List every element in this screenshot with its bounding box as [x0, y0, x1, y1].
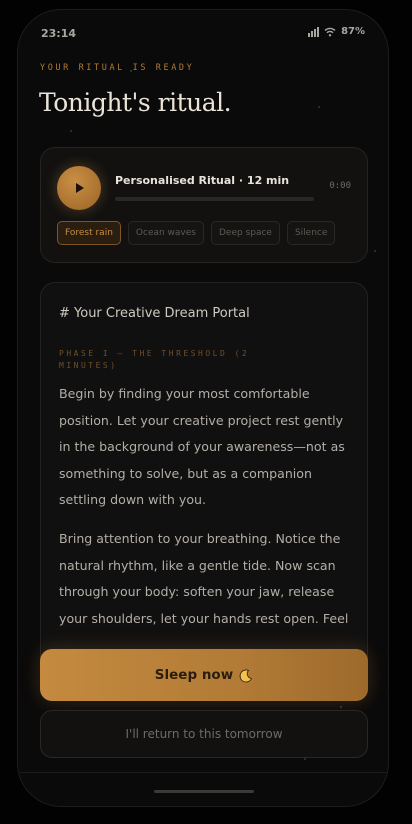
playback-progress-bar[interactable] [115, 197, 314, 201]
soundscape-chip-forest-rain[interactable]: Forest rain [57, 221, 121, 245]
status-indicators: 87% [308, 26, 365, 37]
wifi-icon [324, 27, 336, 37]
star-decoration [70, 130, 72, 132]
status-bar: 23:14 87% [18, 10, 388, 56]
script-paragraph: Begin by finding your most comfortable p… [59, 386, 345, 507]
soundscape-chip-silence[interactable]: Silence [286, 221, 336, 245]
script-paragraph: Bring attention to your breathing. Notic… [59, 531, 349, 626]
sleep-now-button[interactable]: Sleep now [40, 649, 368, 701]
track-title: Personalised Ritual · 12 min [115, 174, 290, 187]
play-icon [76, 183, 84, 193]
star-decoration [340, 706, 342, 708]
status-time: 23:14 [41, 27, 77, 40]
script-heading: # Your Creative Dream Portal [59, 306, 250, 321]
soundscape-chip-deep-space[interactable]: Deep space [210, 221, 280, 245]
soundscape-chip-ocean-waves[interactable]: Ocean waves [127, 221, 204, 245]
bottom-divider [18, 772, 388, 773]
star-decoration [318, 106, 320, 108]
return-tomorrow-button[interactable]: I'll return to this tomorrow [40, 710, 368, 758]
play-button[interactable] [57, 166, 101, 210]
return-tomorrow-label: I'll return to this tomorrow [125, 727, 283, 741]
ritual-ready-kicker: YOUR RITUAL IS READY [40, 63, 195, 73]
crescent-moon-icon [239, 668, 253, 683]
audio-player-card: Personalised Ritual · 12 min 0:00 Forest… [40, 147, 368, 263]
phone-frame: 23:14 87% YOUR RITUAL IS READY Tonight's… [17, 9, 389, 807]
sleep-now-label: Sleep now [154, 667, 234, 683]
signal-icon [308, 26, 320, 37]
page-title: Tonight's ritual. [39, 88, 232, 117]
phase-label: PHASE I — THE THRESHOLD (2 MINUTES) [59, 349, 250, 370]
elapsed-time: 0:00 [329, 181, 351, 191]
battery-level: 87% [341, 26, 365, 37]
home-indicator[interactable] [154, 790, 254, 793]
star-decoration [374, 250, 376, 252]
soundscape-chips: Forest rain Ocean waves Deep space Silen… [57, 221, 336, 245]
ritual-script-card[interactable]: # Your Creative Dream Portal PHASE I — T… [40, 282, 368, 662]
star-decoration [304, 758, 306, 760]
